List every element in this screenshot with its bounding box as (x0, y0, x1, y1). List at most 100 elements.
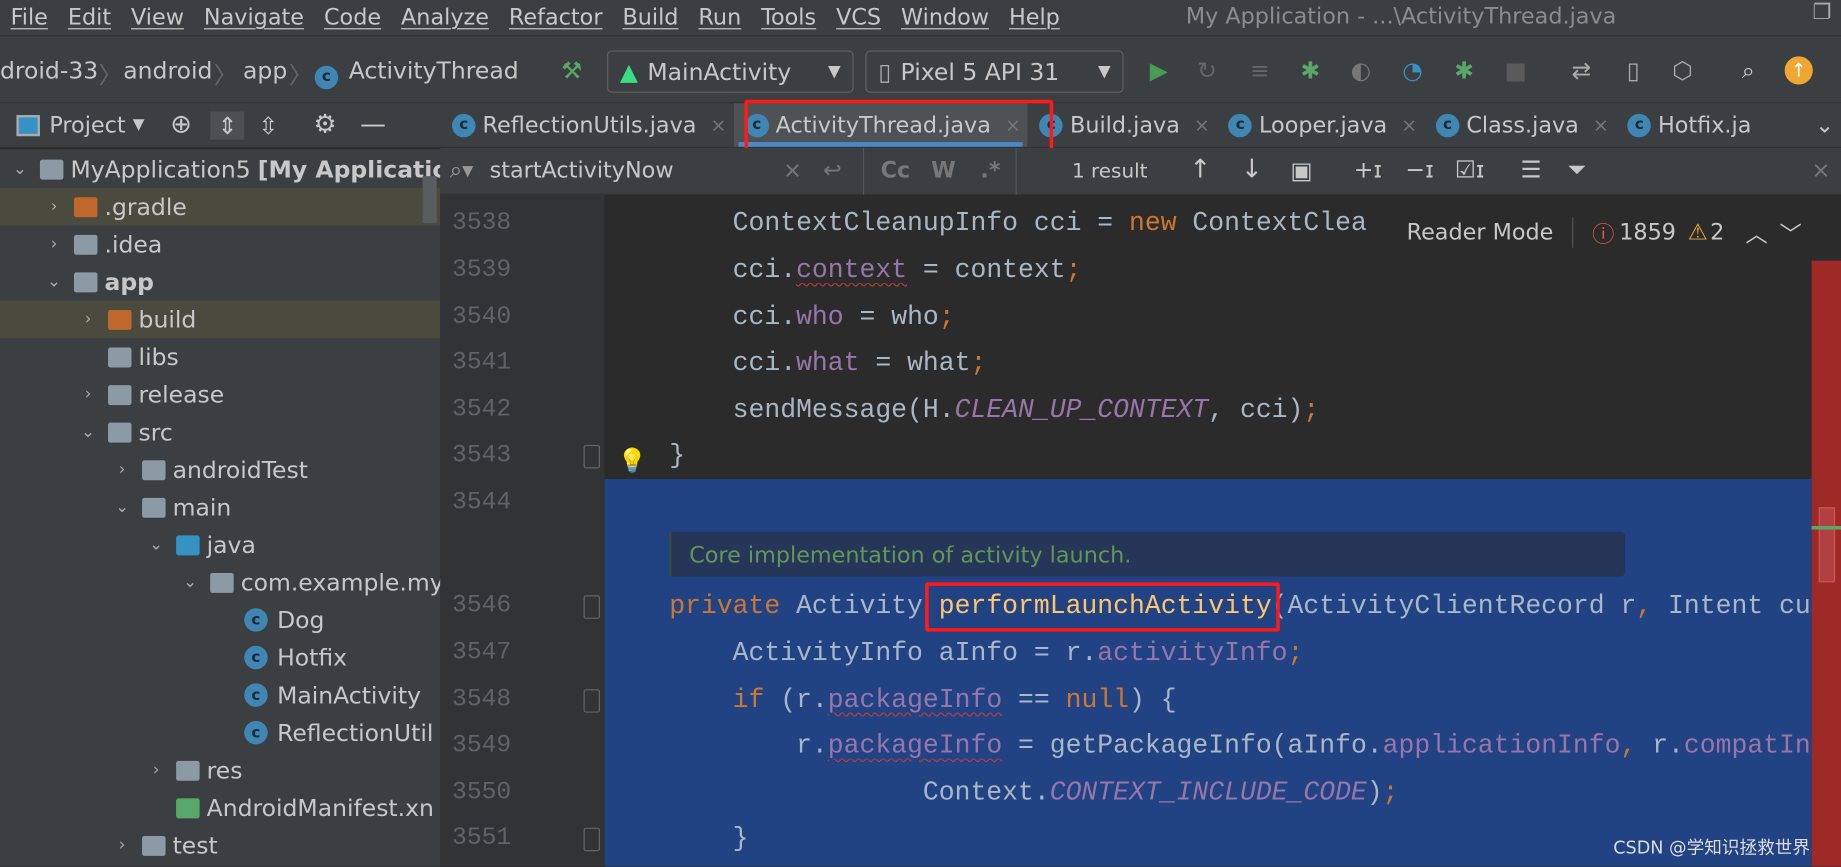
previous-occurrence-icon[interactable]: ↑ (1189, 155, 1211, 184)
filter-options-icon[interactable]: ☰ (1520, 155, 1541, 183)
tree-item[interactable]: › androidTest (0, 451, 440, 489)
restore-window-icon[interactable]: ❐ (1813, 0, 1832, 25)
tree-item[interactable]: ⌄ MyApplication5 [My Applicatio (0, 150, 440, 188)
chevron-right-icon[interactable]: › (112, 836, 133, 855)
fold-marker-icon[interactable] (583, 827, 600, 852)
tree-item[interactable]: c MainActivity (0, 676, 440, 714)
tree-item[interactable]: c Hotfix (0, 639, 440, 677)
search-icon[interactable]: ⌕ (1735, 58, 1761, 84)
tabs-overflow-icon[interactable]: ⌄ (1804, 103, 1841, 146)
code-line[interactable]: cci.who = who; (669, 302, 955, 333)
code-line[interactable]: ActivityInfo aInfo = r.activityInfo; (669, 638, 1304, 669)
chevron-down-icon[interactable]: ⌄ (112, 498, 133, 517)
chevron-down-icon[interactable]: ▼ (133, 116, 145, 134)
code-line[interactable]: } (669, 823, 749, 854)
chevron-down-icon[interactable]: ⌄ (146, 535, 167, 554)
fold-marker-icon[interactable] (583, 595, 600, 619)
tree-item[interactable]: › release (0, 376, 440, 414)
sdk-manager-icon[interactable]: ⬡ (1670, 58, 1696, 84)
attach-debugger-icon[interactable]: ✱ (1451, 58, 1477, 84)
code-line[interactable]: } (669, 440, 685, 471)
close-icon[interactable]: × (1401, 114, 1417, 136)
chevron-right-icon[interactable]: › (146, 761, 167, 780)
tree-item[interactable]: › res (0, 751, 440, 789)
tree-scrollbar[interactable] (422, 176, 437, 224)
menu-refactor[interactable]: Refactor (498, 5, 612, 31)
code-line[interactable]: Context.CONTEXT_INCLUDE_CODE); (669, 777, 1399, 808)
code-line[interactable]: if (r.packageInfo == null) { (669, 685, 1177, 716)
tree-item[interactable]: ⌄ src (0, 413, 440, 451)
clear-search-icon[interactable]: × (783, 157, 802, 183)
editor-scrollbar-thumb[interactable] (1818, 507, 1836, 583)
menu-vcs[interactable]: VCS (826, 5, 891, 31)
code-line[interactable]: sendMessage(H.CLEAN_UP_CONTEXT, cci); (669, 395, 1320, 426)
run-icon[interactable]: ▶ (1146, 58, 1172, 84)
filter-window-icon[interactable]: ▣ (1290, 156, 1312, 184)
previous-problem-icon[interactable]: ︿ (1745, 217, 1767, 249)
add-occurrence-icon[interactable]: +ɪ (1354, 155, 1382, 183)
profile-icon[interactable]: ◐ (1348, 58, 1374, 84)
menu-tools[interactable]: Tools (751, 5, 826, 31)
regex-toggle[interactable]: .* (980, 157, 1000, 183)
menu-window[interactable]: Window (890, 5, 998, 31)
update-icon[interactable]: ↑ (1784, 56, 1813, 85)
menu-code[interactable]: Code (313, 5, 390, 31)
tree-item[interactable]: ⌄ com.example.my (0, 564, 440, 602)
tree-item[interactable]: ⌄ java (0, 526, 440, 564)
tab-build-java[interactable]: c Build.java × (1028, 103, 1217, 146)
next-occurrence-icon[interactable]: ↓ (1241, 155, 1263, 184)
breadcrumb-activitythread[interactable]: ActivityThread (349, 56, 519, 84)
device-manager-icon[interactable]: ▯ (1620, 58, 1646, 84)
menu-run[interactable]: Run (688, 5, 751, 31)
filter-icon[interactable]: ⏷ (1567, 155, 1586, 183)
locate-icon[interactable]: ⊕ (170, 110, 192, 139)
chevron-right-icon[interactable]: › (77, 385, 98, 404)
menu-navigate[interactable]: Navigate (193, 5, 313, 31)
menu-help[interactable]: Help (998, 5, 1069, 31)
next-problem-icon[interactable]: ﹀ (1779, 217, 1801, 249)
run-config-select[interactable]: ▲ MainActivity ▼ (607, 50, 854, 93)
code-line[interactable]: cci.context = context; (669, 255, 1082, 286)
debug-icon[interactable]: ✱ (1297, 58, 1323, 84)
chevron-right-icon[interactable]: › (43, 197, 64, 216)
breadcrumb-sdk[interactable]: droid-33 (0, 56, 98, 84)
search-input[interactable]: startActivityNow (490, 157, 674, 183)
tree-item[interactable]: › test (0, 827, 440, 865)
lightbulb-icon[interactable]: 💡 (618, 446, 647, 474)
tab-looper-java[interactable]: c Looper.java × (1217, 103, 1424, 146)
menu-analyze[interactable]: Analyze (390, 5, 498, 31)
tree-item[interactable]: › .idea (0, 225, 440, 263)
chevron-down-icon[interactable]: ⌄ (77, 423, 98, 442)
chevron-down-icon[interactable]: ⌄ (43, 272, 64, 291)
coverage-icon[interactable]: ◔ (1400, 58, 1426, 84)
tab-reflectionutils-java[interactable]: c ReflectionUtils.java × (440, 103, 733, 146)
close-icon[interactable]: × (1194, 114, 1210, 136)
tree-item[interactable]: libs (0, 338, 440, 376)
project-view-select[interactable]: Project (49, 112, 125, 138)
code-line[interactable]: r.packageInfo = getPackageInfo(aInfo.app… (669, 730, 1811, 761)
stop-icon[interactable]: ■ (1503, 58, 1529, 84)
select-all-occurrences-icon[interactable]: ☑ɪ (1455, 155, 1485, 183)
menu-build[interactable]: Build (612, 5, 688, 31)
hide-icon[interactable]: — (360, 110, 386, 139)
chevron-down-icon[interactable]: ⌄ (9, 160, 30, 179)
expand-all-icon[interactable]: ⇕ (210, 110, 245, 140)
tab-hotfix-ja[interactable]: c Hotfix.ja (1616, 103, 1759, 146)
warning-count[interactable]: 2 (1710, 220, 1724, 246)
words-toggle[interactable]: W (931, 157, 956, 183)
apply-code-changes-icon[interactable]: ≡ (1247, 58, 1273, 84)
sync-gradle-icon[interactable]: ⇄ (1569, 58, 1595, 84)
apply-changes-icon[interactable]: ↻ (1194, 58, 1220, 84)
menu-edit[interactable]: Edit (57, 5, 120, 31)
collapse-all-icon[interactable]: ⇳ (259, 111, 279, 139)
breadcrumb-app[interactable]: app (243, 56, 287, 84)
menu-view[interactable]: View (120, 5, 193, 31)
tree-item[interactable]: ⌄ app (0, 263, 440, 301)
tree-item[interactable]: c Dog (0, 601, 440, 639)
remove-occurrence-icon[interactable]: −ɪ (1405, 155, 1433, 183)
fold-marker-icon[interactable] (583, 689, 600, 713)
error-stripe[interactable] (1811, 194, 1841, 867)
fold-marker-icon[interactable] (583, 444, 600, 469)
menu-file[interactable]: File (0, 5, 57, 31)
gear-icon[interactable]: ⚙ (313, 110, 336, 139)
